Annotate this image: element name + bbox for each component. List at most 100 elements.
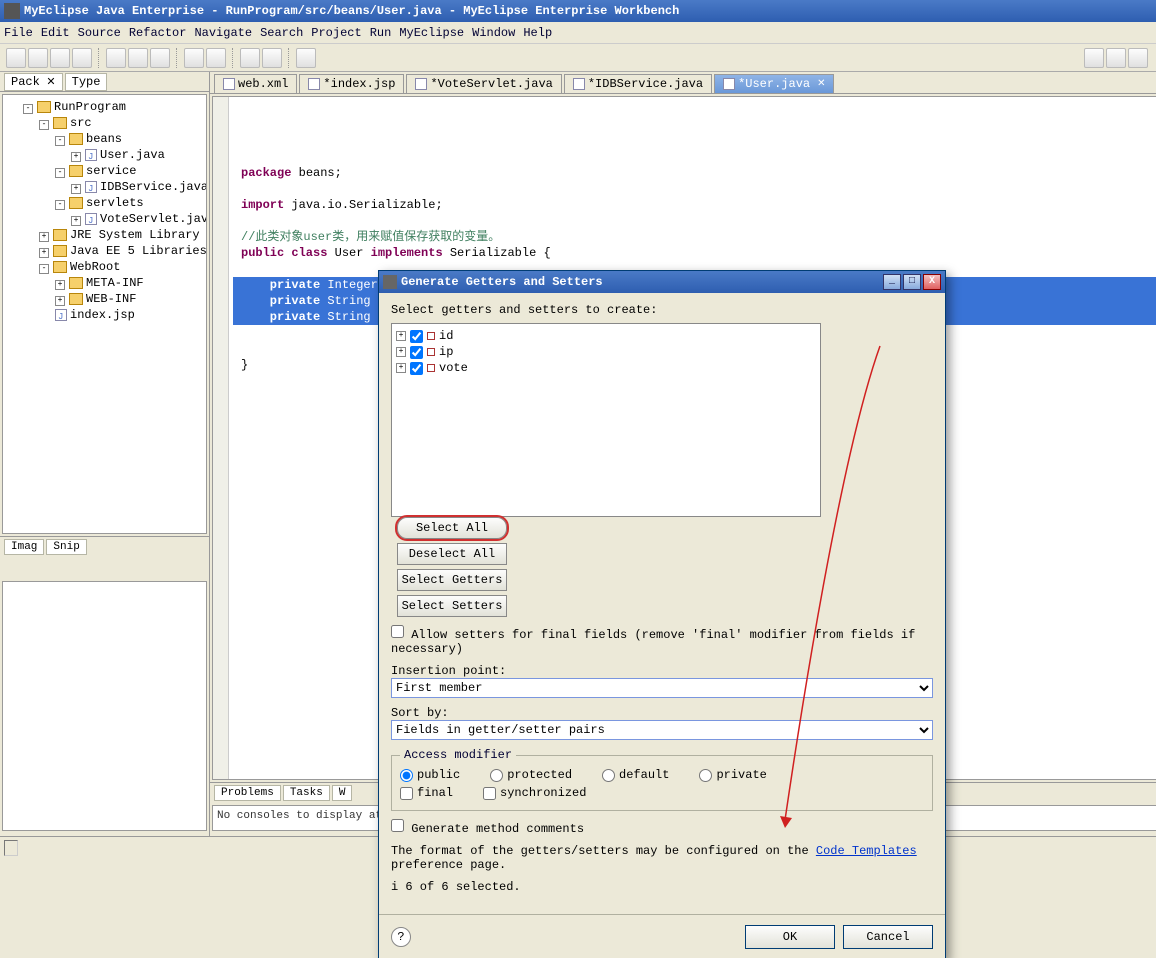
server-button[interactable]: [240, 48, 260, 68]
search-button[interactable]: [206, 48, 226, 68]
open-type-button[interactable]: [184, 48, 204, 68]
editor-tabs: web.xml *index.jsp *VoteServlet.java *ID…: [210, 72, 1156, 94]
tab-snippets[interactable]: Snip: [46, 539, 86, 555]
tree-webinf[interactable]: WEB-INF: [86, 292, 136, 306]
package-explorer-tree[interactable]: RunProgram src beans User.java service I…: [2, 94, 207, 534]
menu-source[interactable]: Source: [78, 26, 121, 40]
tb-icon-a[interactable]: [1084, 48, 1104, 68]
tb-icon-c[interactable]: [1128, 48, 1148, 68]
folder-icon: [69, 293, 83, 305]
fields-tree[interactable]: +id +ip +vote: [391, 323, 821, 517]
debug-button[interactable]: [128, 48, 148, 68]
tree-service[interactable]: service: [86, 164, 136, 178]
tab-problems[interactable]: Problems: [214, 785, 281, 801]
menu-help[interactable]: Help: [523, 26, 552, 40]
generate-comments-checkbox[interactable]: [391, 819, 404, 832]
run-button[interactable]: [150, 48, 170, 68]
close-icon[interactable]: X: [923, 274, 941, 290]
menu-file[interactable]: File: [4, 26, 33, 40]
sort-by-select[interactable]: Fields in getter/setter pairs: [391, 720, 933, 740]
deploy-button[interactable]: [262, 48, 282, 68]
deselect-all-button[interactable]: Deselect All: [397, 543, 507, 565]
tree-servlets[interactable]: servlets: [86, 196, 144, 210]
tree-src[interactable]: src: [70, 116, 92, 130]
dialog-title: Generate Getters and Setters: [401, 275, 603, 289]
radio-private[interactable]: private: [699, 768, 766, 782]
minimize-icon[interactable]: _: [883, 274, 901, 290]
field-row-id[interactable]: +id: [396, 328, 816, 344]
tree-metainf[interactable]: META-INF: [86, 276, 144, 290]
select-setters-button[interactable]: Select Setters: [397, 595, 507, 617]
editor-tab-voteservlet[interactable]: *VoteServlet.java: [406, 74, 561, 93]
allow-final-checkbox-label[interactable]: Allow setters for final fields (remove '…: [391, 628, 915, 656]
field-row-vote[interactable]: +vote: [396, 360, 816, 376]
editor-tab-user[interactable]: *User.java✕: [714, 74, 834, 93]
ok-button[interactable]: OK: [745, 925, 835, 949]
tab-type-hierarchy[interactable]: Type: [65, 73, 108, 91]
field-icon: [427, 348, 435, 356]
editor-tab-idbservice[interactable]: *IDBService.java: [564, 74, 712, 93]
menu-search[interactable]: Search: [260, 26, 303, 40]
save-all-button[interactable]: [50, 48, 70, 68]
insertion-point-select[interactable]: First member: [391, 678, 933, 698]
allow-final-checkbox[interactable]: [391, 625, 404, 638]
library-icon: [53, 229, 67, 241]
main-toolbar: [0, 44, 1156, 72]
template-hint: The format of the getters/setters may be…: [391, 844, 933, 872]
field-check-ip[interactable]: [410, 346, 423, 359]
radio-default[interactable]: default: [602, 768, 669, 782]
editor-tab-webxml[interactable]: web.xml: [214, 74, 297, 93]
check-synchronized[interactable]: synchronized: [483, 786, 586, 800]
check-final[interactable]: final: [400, 786, 453, 800]
package-icon: [69, 133, 83, 145]
access-modifier-group: Access modifier public protected default…: [391, 748, 933, 811]
tree-indexjsp[interactable]: index.jsp: [70, 308, 135, 322]
new-button[interactable]: [6, 48, 26, 68]
tree-javaee[interactable]: Java EE 5 Libraries: [70, 244, 207, 258]
tab-image[interactable]: Imag: [4, 539, 44, 555]
tree-idbservice[interactable]: IDBService.java: [100, 180, 207, 194]
help-button[interactable]: ?: [391, 927, 411, 947]
menu-myeclipse[interactable]: MyEclipse: [399, 26, 464, 40]
menu-project[interactable]: Project: [311, 26, 361, 40]
field-icon: [427, 332, 435, 340]
editor-tab-indexjsp[interactable]: *index.jsp: [299, 74, 404, 93]
tb-icon-b[interactable]: [1106, 48, 1126, 68]
field-check-vote[interactable]: [410, 362, 423, 375]
java-file-icon: [85, 213, 97, 225]
build-button[interactable]: [106, 48, 126, 68]
select-all-button[interactable]: Select All: [397, 517, 507, 539]
menu-window[interactable]: Window: [472, 26, 515, 40]
generate-comments-checkbox-label[interactable]: Generate method comments: [391, 822, 584, 836]
access-modifier-legend: Access modifier: [400, 748, 516, 762]
menu-refactor[interactable]: Refactor: [129, 26, 187, 40]
cancel-button[interactable]: Cancel: [843, 925, 933, 949]
radio-protected[interactable]: protected: [490, 768, 572, 782]
tree-project[interactable]: RunProgram: [54, 100, 126, 114]
menu-edit[interactable]: Edit: [41, 26, 70, 40]
tree-webroot[interactable]: WebRoot: [70, 260, 120, 274]
folder-icon: [69, 277, 83, 289]
code-templates-link[interactable]: Code Templates: [816, 844, 917, 858]
tree-user-java[interactable]: User.java: [100, 148, 165, 162]
save-button[interactable]: [28, 48, 48, 68]
field-check-id[interactable]: [410, 330, 423, 343]
print-button[interactable]: [72, 48, 92, 68]
tab-package-explorer[interactable]: Pack ✕: [4, 73, 63, 91]
tree-voteservlet[interactable]: VoteServlet.java: [100, 212, 207, 226]
tab-w[interactable]: W: [332, 785, 353, 801]
library-icon: [53, 245, 67, 257]
xml-file-icon: [223, 78, 235, 90]
maximize-icon[interactable]: □: [903, 274, 921, 290]
field-row-ip[interactable]: +ip: [396, 344, 816, 360]
tree-beans[interactable]: beans: [86, 132, 122, 146]
tree-jre[interactable]: JRE System Library [Su: [70, 228, 207, 242]
select-getters-button[interactable]: Select Getters: [397, 569, 507, 591]
perspective-button[interactable]: [296, 48, 316, 68]
tab-tasks[interactable]: Tasks: [283, 785, 330, 801]
close-icon[interactable]: ✕: [817, 78, 825, 90]
menu-navigate[interactable]: Navigate: [194, 26, 252, 40]
radio-public[interactable]: public: [400, 768, 460, 782]
dialog-titlebar[interactable]: Generate Getters and Setters _ □ X: [379, 271, 945, 293]
menu-run[interactable]: Run: [370, 26, 392, 40]
